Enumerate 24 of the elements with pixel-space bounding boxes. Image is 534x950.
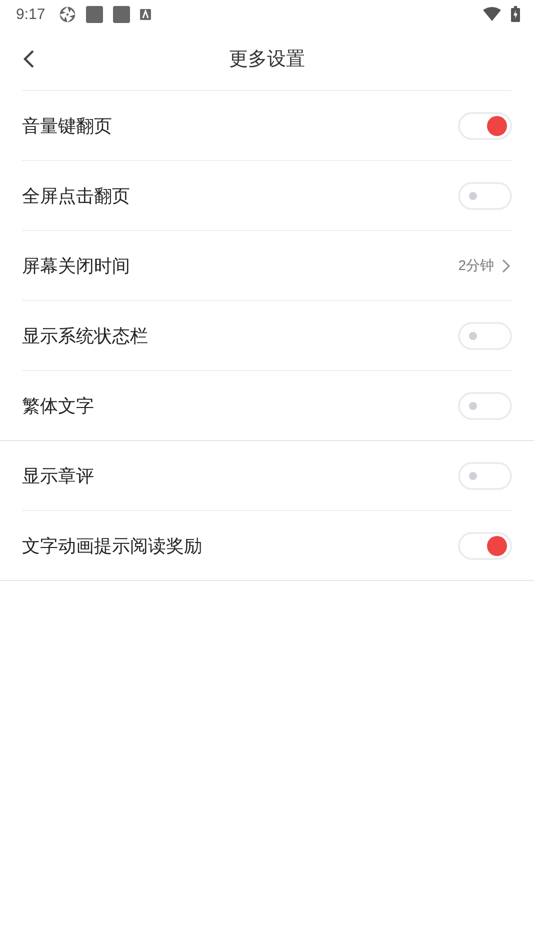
notification-icon bbox=[86, 6, 104, 22]
setting-label: 全屏点击翻页 bbox=[22, 184, 131, 208]
back-button[interactable] bbox=[22, 49, 36, 69]
setting-value: 2分钟 bbox=[458, 256, 494, 274]
setting-label: 繁体文字 bbox=[22, 394, 95, 418]
notification-icon bbox=[113, 6, 130, 22]
toggle-switch[interactable] bbox=[458, 182, 512, 210]
toggle-switch[interactable] bbox=[458, 462, 512, 490]
clock-time: 9:17 bbox=[16, 6, 46, 22]
toggle-switch[interactable] bbox=[458, 392, 512, 420]
toggle-switch[interactable] bbox=[458, 532, 512, 560]
setting-label: 屏幕关闭时间 bbox=[22, 254, 131, 278]
battery-icon bbox=[511, 6, 520, 22]
toggle-switch[interactable] bbox=[458, 112, 512, 140]
aperture-icon bbox=[59, 6, 76, 22]
setting-label: 显示系统状态栏 bbox=[22, 324, 149, 348]
setting-label: 音量键翻页 bbox=[22, 114, 113, 138]
page-title: 更多设置 bbox=[229, 48, 305, 72]
toggle-switch[interactable] bbox=[458, 322, 512, 350]
setting-label: 文字动画提示阅读奖励 bbox=[22, 534, 203, 558]
chevron-icon bbox=[502, 258, 510, 272]
wifi-icon bbox=[483, 7, 501, 21]
setting-label: 显示章评 bbox=[22, 464, 95, 488]
keyboard-icon bbox=[140, 8, 152, 20]
